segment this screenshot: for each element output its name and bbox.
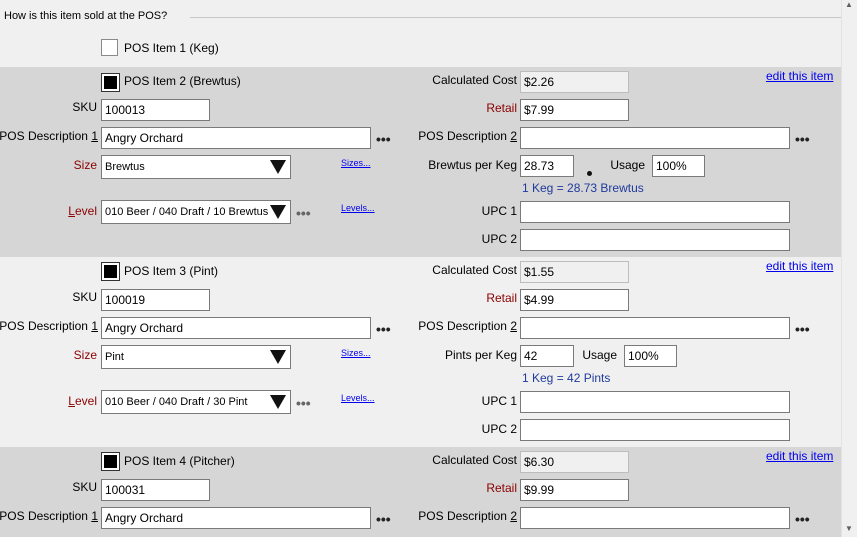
scroll-up-icon[interactable]: ▲ [845, 0, 853, 9]
per-keg-field[interactable]: 42 [520, 345, 574, 367]
edit-item-link[interactable]: edit this item [766, 259, 833, 273]
calculated-cost-field: $2.26 [520, 71, 629, 93]
level-label: Level [68, 204, 97, 218]
upc-2-field[interactable] [520, 419, 790, 441]
retail-field[interactable]: $7.99 [520, 99, 629, 121]
conversion-text: 1 Keg = 28.73 Brewtus [522, 181, 644, 195]
sku-field[interactable]: 100019 [101, 289, 210, 311]
pos-description-2-more-button[interactable]: ••• [795, 512, 810, 526]
calculated-cost-label: Calculated Cost [432, 73, 517, 87]
pos-description-1-more-button[interactable]: ••• [376, 132, 391, 146]
dropdown-arrow-icon [270, 205, 286, 219]
edit-item-link[interactable]: edit this item [766, 69, 833, 83]
pos-description-1-more-button[interactable]: ••• [376, 322, 391, 336]
retail-label: Retail [486, 481, 517, 495]
level-more-button[interactable]: ••• [296, 206, 311, 220]
question-text: How is this item sold at the POS? [4, 10, 168, 22]
retail-label: Retail [486, 291, 517, 305]
retail-field[interactable]: $9.99 [520, 479, 629, 501]
pos-item-3-label: POS Item 3 (Pint) [124, 264, 219, 278]
sku-label: SKU [72, 290, 97, 304]
pos-item-3-checkbox[interactable] [101, 262, 120, 281]
upc-1-label: UPC 1 [481, 204, 517, 218]
pos-description-2-field[interactable] [520, 127, 790, 149]
sku-label: SKU [72, 480, 97, 494]
retail-field[interactable]: $4.99 [520, 289, 629, 311]
pos-item-4-checkbox[interactable] [101, 452, 120, 471]
pos-description-1-label: POS Description 1 [0, 319, 98, 333]
dropdown-arrow-icon [270, 350, 286, 364]
usage-field[interactable]: 100% [624, 345, 677, 367]
usage-label: Usage [610, 158, 645, 172]
dropdown-arrow-icon [270, 395, 286, 409]
dropdown-arrow-icon [270, 160, 286, 174]
pos-description-2-label: POS Description 2 [418, 129, 517, 143]
pos-item-4-label: POS Item 4 (Pitcher) [124, 454, 235, 468]
pos-description-2-field[interactable] [520, 317, 790, 339]
sizes-link[interactable]: Sizes... [341, 348, 371, 358]
pos-description-2-more-button[interactable]: ••• [795, 322, 810, 336]
upc-1-field[interactable] [520, 391, 790, 413]
sku-field[interactable]: 100031 [101, 479, 210, 501]
size-select[interactable]: Brewtus [101, 155, 291, 179]
size-label: Size [73, 158, 97, 172]
calculated-cost-field: $1.55 [520, 261, 629, 283]
question-header: How is this item sold at the POS? POS It… [0, 0, 841, 67]
upc-2-field[interactable] [520, 229, 790, 251]
calculated-cost-field: $6.30 [520, 451, 629, 473]
separator-icon [587, 171, 592, 176]
level-label: Level [68, 394, 97, 408]
pos-item-2-checkbox[interactable] [101, 73, 120, 92]
sku-label: SKU [72, 100, 97, 114]
pos-items-panel: How is this item sold at the POS? POS It… [0, 0, 841, 537]
scroll-down-icon[interactable]: ▼ [845, 524, 853, 533]
usage-field[interactable]: 100% [652, 155, 705, 177]
upc-1-field[interactable] [520, 201, 790, 223]
pos-item-3-section: POS Item 3 (Pint) Calculated Cost $1.55 … [0, 257, 841, 447]
level-select-value: 010 Beer / 040 Draft / 30 Pint [105, 396, 248, 408]
pos-description-2-label: POS Description 2 [418, 509, 517, 523]
calculated-cost-label: Calculated Cost [432, 263, 517, 277]
conversion-text: 1 Keg = 42 Pints [522, 371, 611, 385]
upc-2-label: UPC 2 [481, 422, 517, 436]
question-divider [190, 17, 841, 18]
size-select-value: Brewtus [105, 161, 145, 173]
upc-1-label: UPC 1 [481, 394, 517, 408]
per-keg-field[interactable]: 28.73 [520, 155, 574, 177]
pos-description-1-label: POS Description 1 [0, 509, 98, 523]
level-select-value: 010 Beer / 040 Draft / 10 Brewtus [105, 206, 269, 218]
retail-label: Retail [486, 101, 517, 115]
edit-item-link[interactable]: edit this item [766, 449, 833, 463]
level-select[interactable]: 010 Beer / 040 Draft / 30 Pint [101, 390, 291, 414]
levels-link[interactable]: Levels... [341, 393, 375, 403]
pos-description-1-field[interactable]: Angry Orchard [101, 127, 371, 149]
pos-item-1-label: POS Item 1 (Keg) [124, 41, 219, 55]
levels-link[interactable]: Levels... [341, 203, 375, 213]
pos-item-2-label: POS Item 2 (Brewtus) [124, 74, 241, 88]
size-select-value: Pint [105, 351, 124, 363]
pos-item-4-section: POS Item 4 (Pitcher) Calculated Cost $6.… [0, 447, 841, 537]
level-more-button[interactable]: ••• [296, 396, 311, 410]
pos-description-2-label: POS Description 2 [418, 319, 517, 333]
pos-item-2-section: POS Item 2 (Brewtus) Calculated Cost $2.… [0, 67, 841, 257]
size-label: Size [73, 348, 97, 362]
calculated-cost-label: Calculated Cost [432, 453, 517, 467]
sizes-link[interactable]: Sizes... [341, 158, 371, 168]
per-keg-label: Brewtus per Keg [428, 158, 517, 172]
pos-description-1-label: POS Description 1 [0, 129, 98, 143]
upc-2-label: UPC 2 [481, 232, 517, 246]
per-keg-label: Pints per Keg [444, 348, 517, 362]
pos-description-2-more-button[interactable]: ••• [795, 132, 810, 146]
pos-description-1-more-button[interactable]: ••• [376, 512, 391, 526]
pos-description-1-field[interactable]: Angry Orchard [101, 317, 371, 339]
vertical-scrollbar[interactable] [841, 0, 857, 537]
pos-description-2-field[interactable] [520, 507, 790, 529]
size-select[interactable]: Pint [101, 345, 291, 369]
pos-item-1-checkbox[interactable] [101, 39, 118, 56]
level-select[interactable]: 010 Beer / 040 Draft / 10 Brewtus [101, 200, 291, 224]
usage-label: Usage [582, 348, 617, 362]
pos-description-1-field[interactable]: Angry Orchard [101, 507, 371, 529]
sku-field[interactable]: 100013 [101, 99, 210, 121]
